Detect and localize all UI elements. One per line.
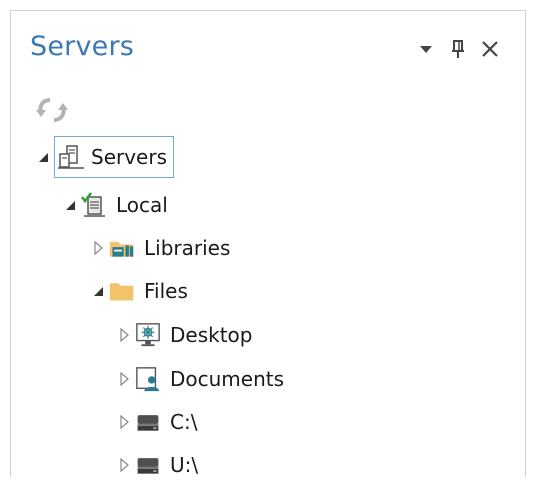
- tree-node-local[interactable]: Local: [63, 187, 171, 223]
- collapsed-triangle-icon[interactable]: [117, 458, 131, 472]
- selected-node[interactable]: Servers: [54, 136, 175, 178]
- collapsed-triangle-icon[interactable]: [117, 415, 131, 429]
- tree-node-desktop[interactable]: Desktop: [117, 317, 255, 353]
- tree-node-u-drive[interactable]: U:\: [117, 447, 201, 483]
- tree-node-label: Files: [144, 279, 188, 303]
- tree-node-libraries[interactable]: Libraries: [91, 230, 233, 266]
- tree-node-documents[interactable]: Documents: [117, 361, 287, 397]
- documents-icon: [135, 366, 161, 392]
- server-icon: [58, 144, 84, 170]
- tree-node-label: C:\: [170, 410, 198, 434]
- tree-node-label: Desktop: [170, 323, 253, 347]
- collapsed-triangle-icon[interactable]: [117, 328, 131, 342]
- expanded-triangle-icon[interactable]: [91, 284, 105, 298]
- libraries-folder-icon: [109, 235, 135, 261]
- tree-node-c-drive[interactable]: C:\: [117, 404, 200, 440]
- tree-node-label: Libraries: [144, 236, 231, 260]
- drive-icon: [135, 409, 161, 435]
- tree-node-label: U:\: [170, 453, 199, 477]
- tree-node-servers[interactable]: Servers: [36, 136, 175, 178]
- refresh-icon[interactable]: [35, 95, 69, 125]
- tree-node-files[interactable]: Files: [91, 273, 191, 309]
- collapsed-triangle-icon[interactable]: [117, 372, 131, 386]
- expanded-triangle-icon[interactable]: [63, 198, 77, 212]
- local-server-icon: [81, 192, 107, 218]
- collapsed-triangle-icon[interactable]: [91, 241, 105, 255]
- tree-node-label: Servers: [91, 145, 168, 169]
- drive-icon: [135, 452, 161, 478]
- desktop-icon: [135, 322, 161, 348]
- tree-node-label: Local: [116, 193, 168, 217]
- close-icon[interactable]: [479, 38, 501, 60]
- panel-header-tools: [415, 38, 501, 60]
- servers-panel: Servers Servers Local Libraries Files De…: [10, 10, 526, 477]
- panel-title: Servers: [30, 31, 135, 62]
- expanded-triangle-icon[interactable]: [36, 150, 50, 164]
- tree-node-label: Documents: [170, 367, 285, 391]
- dropdown-triangle-icon[interactable]: [415, 38, 437, 60]
- pin-icon[interactable]: [447, 38, 469, 60]
- folder-icon: [109, 278, 135, 304]
